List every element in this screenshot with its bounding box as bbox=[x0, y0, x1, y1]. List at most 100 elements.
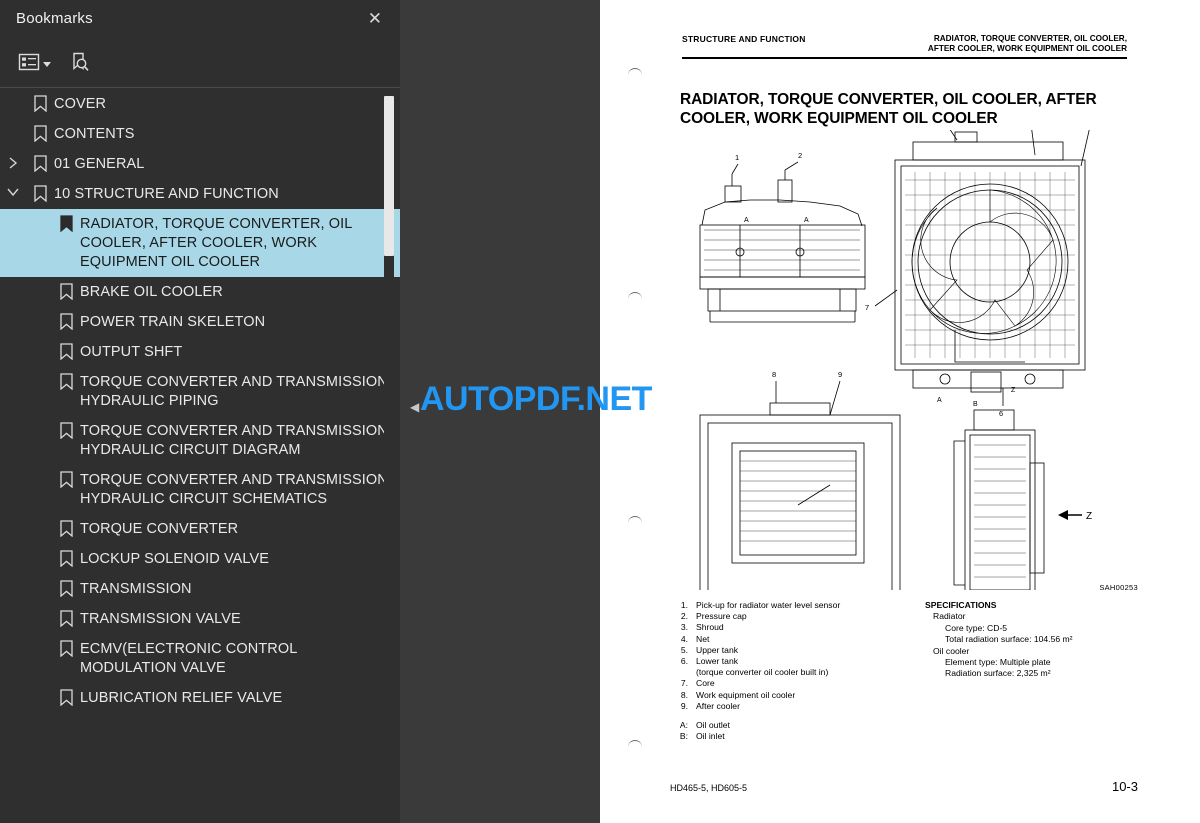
bookmark-options-button[interactable] bbox=[18, 52, 51, 72]
bookmarks-panel: Bookmarks ✕ COVER CONTENTS 01 GENERAL 10… bbox=[0, 0, 400, 823]
bookmark-icon bbox=[59, 422, 73, 439]
svg-text:1: 1 bbox=[735, 153, 739, 162]
chevron-down-icon bbox=[43, 61, 51, 67]
header-section-label: STRUCTURE AND FUNCTION bbox=[682, 34, 806, 44]
legend-number: 5. bbox=[680, 644, 688, 655]
legend-number bbox=[670, 667, 696, 678]
bookmark-item[interactable]: TRANSMISSION bbox=[0, 574, 400, 604]
twisty-placeholder bbox=[0, 282, 52, 285]
bookmark-icon bbox=[52, 579, 80, 597]
twisty-placeholder bbox=[0, 342, 52, 345]
bookmark-item[interactable]: POWER TRAIN SKELETON bbox=[0, 307, 400, 337]
bookmark-item[interactable]: OUTPUT SHFT bbox=[0, 337, 400, 367]
twisty-placeholder bbox=[0, 609, 52, 612]
legend-row: 2. Pressure cap bbox=[670, 611, 910, 622]
bookmark-item[interactable]: CONTENTS bbox=[0, 119, 400, 149]
legend-row: 6. Lower tank bbox=[670, 656, 910, 667]
bookmarks-scrollbar-thumb[interactable] bbox=[384, 96, 394, 256]
chevron-right-icon[interactable] bbox=[0, 154, 26, 169]
svg-text:8: 8 bbox=[772, 370, 776, 379]
bookmarks-list[interactable]: COVER CONTENTS 01 GENERAL 10 STRUCTURE AND … bbox=[0, 89, 400, 823]
svg-text:A: A bbox=[744, 217, 749, 224]
bookmark-item[interactable]: BRAKE OIL COOLER bbox=[0, 277, 400, 307]
legend-text: Work equipment oil cooler bbox=[696, 689, 796, 700]
legend-row: 5. Upper tank bbox=[670, 645, 910, 656]
legend-number: 8. bbox=[680, 689, 688, 700]
svg-text:2: 2 bbox=[798, 151, 802, 160]
twisty-placeholder bbox=[0, 214, 52, 217]
find-bookmark-button[interactable] bbox=[69, 51, 91, 73]
bookmark-icon bbox=[26, 124, 54, 142]
page-curl-mark bbox=[628, 68, 642, 75]
bookmark-item-label: TORQUE CONVERTER AND TRANSMISSION HYDRAU… bbox=[80, 423, 388, 458]
list-view-icon bbox=[18, 53, 40, 70]
legend-row: 4. Net bbox=[670, 634, 910, 645]
bookmark-item-label: TORQUE CONVERTER AND TRANSMISSION HYDRAU… bbox=[80, 472, 388, 507]
bookmark-icon bbox=[33, 155, 47, 172]
legend-letter-text: Oil outlet bbox=[696, 720, 730, 731]
bookmark-item-label: RADIATOR, TORQUE CONVERTER, OIL COOLER, … bbox=[80, 216, 352, 270]
bookmark-item[interactable]: LUBRICATION RELIEF VALVE bbox=[0, 683, 400, 713]
bookmark-item[interactable]: COVER bbox=[0, 89, 400, 119]
legend-letter-row: A: Oil outlet bbox=[670, 720, 910, 731]
bookmark-icon bbox=[33, 185, 47, 202]
bookmark-item[interactable]: TORQUE CONVERTER AND TRANSMISSION HYDRAU… bbox=[0, 465, 400, 514]
bookmark-icon bbox=[52, 372, 80, 390]
bookmark-item-label: TRANSMISSION VALVE bbox=[80, 611, 241, 627]
specification-line: Total radiation surface: 104.56 m² bbox=[945, 634, 1073, 645]
svg-text:7: 7 bbox=[865, 303, 869, 312]
bookmark-icon bbox=[52, 609, 80, 627]
legend-row: (torque converter oil cooler built in) bbox=[670, 667, 910, 678]
twisty-placeholder bbox=[0, 639, 52, 642]
figure-code: SAH00253 bbox=[1099, 583, 1138, 592]
svg-text:9: 9 bbox=[838, 370, 842, 379]
watermark-text: AUTOPDF.NET bbox=[420, 380, 652, 418]
close-icon[interactable]: ✕ bbox=[364, 8, 386, 29]
bookmark-icon bbox=[26, 184, 54, 202]
legend-text: Shroud bbox=[696, 622, 724, 633]
page-title: RADIATOR, TORQUE CONVERTER, OIL COOLER, … bbox=[680, 91, 1097, 127]
legend-number: 2. bbox=[680, 611, 688, 622]
legend-number: 3. bbox=[680, 622, 688, 633]
bookmark-item[interactable]: RADIATOR, TORQUE CONVERTER, OIL COOLER, … bbox=[0, 209, 400, 277]
bookmark-icon bbox=[59, 313, 73, 330]
bookmark-item-label: CONTENTS bbox=[54, 126, 135, 142]
bookmarks-title: Bookmarks bbox=[16, 9, 93, 27]
bookmark-item-label: 01 GENERAL bbox=[54, 156, 145, 172]
legend-number: 4. bbox=[680, 633, 688, 644]
svg-text:Z: Z bbox=[1011, 387, 1016, 394]
bookmark-icon bbox=[33, 125, 47, 142]
bookmark-icon bbox=[52, 549, 80, 567]
twisty-placeholder bbox=[0, 470, 52, 473]
bookmark-item[interactable]: ECMV(ELECTRONIC CONTROL MODULATION VALVE bbox=[0, 634, 400, 683]
chevron-down-icon[interactable] bbox=[0, 184, 26, 197]
bookmark-item-label: TRANSMISSION bbox=[80, 581, 192, 597]
bookmark-item[interactable]: TORQUE CONVERTER AND TRANSMISSION HYDRAU… bbox=[0, 367, 400, 416]
bookmark-item[interactable]: LOCKUP SOLENOID VALVE bbox=[0, 544, 400, 574]
legend-text: (torque converter oil cooler built in) bbox=[696, 667, 829, 678]
legend-text: Lower tank bbox=[696, 656, 739, 667]
bookmark-icon bbox=[52, 282, 80, 300]
bookmark-item-label: ECMV(ELECTRONIC CONTROL MODULATION VALVE bbox=[80, 641, 297, 676]
bookmark-icon bbox=[52, 342, 80, 360]
bookmark-item[interactable]: 10 STRUCTURE AND FUNCTION bbox=[0, 179, 400, 209]
bookmark-item[interactable]: 01 GENERAL bbox=[0, 149, 400, 179]
bookmarks-header: Bookmarks ✕ bbox=[0, 0, 400, 36]
bookmark-icon bbox=[59, 610, 73, 627]
collapse-panel-arrow[interactable]: ◀ bbox=[410, 400, 420, 414]
bookmark-item[interactable]: TRANSMISSION VALVE bbox=[0, 604, 400, 634]
bookmark-item-label: COVER bbox=[54, 96, 107, 112]
specification-line: Core type: CD-5 bbox=[945, 622, 1008, 633]
legend-letter-row: B: Oil inlet bbox=[670, 731, 910, 742]
legend-number: 7. bbox=[680, 678, 688, 689]
bookmark-item[interactable]: TORQUE CONVERTER AND TRANSMISSION HYDRAU… bbox=[0, 416, 400, 465]
bookmark-icon bbox=[52, 421, 80, 439]
svg-text:A: A bbox=[937, 397, 942, 404]
footer-model-label: HD465-5, HD605-5 bbox=[670, 783, 748, 793]
bookmark-icon bbox=[52, 214, 80, 232]
specification-group-name: Radiator bbox=[933, 611, 966, 622]
bookmark-icon bbox=[59, 689, 73, 706]
bookmark-icon bbox=[52, 312, 80, 330]
twisty-placeholder bbox=[0, 579, 52, 582]
bookmark-item[interactable]: TORQUE CONVERTER bbox=[0, 514, 400, 544]
